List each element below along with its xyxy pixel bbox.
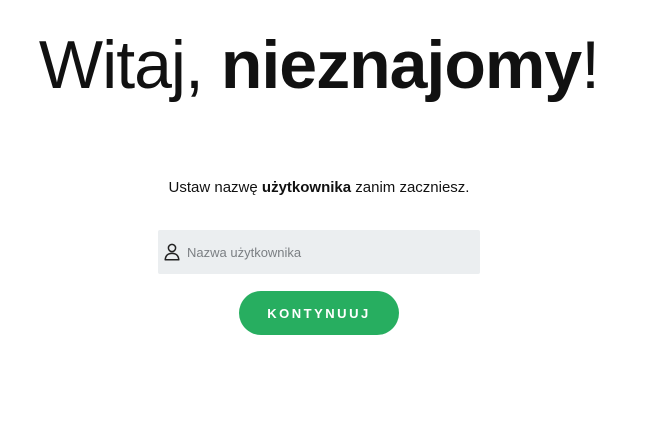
user-icon bbox=[164, 243, 180, 261]
page-title: Witaj, nieznajomy! bbox=[0, 22, 638, 108]
instruction-emphasis: użytkownika bbox=[261, 179, 352, 196]
instruction-before: Ustaw nazwę bbox=[168, 179, 262, 196]
username-field[interactable] bbox=[158, 230, 480, 274]
greeting-name: nieznajomy bbox=[220, 27, 582, 103]
greeting-suffix: ! bbox=[581, 27, 600, 103]
login-page: Witaj, nieznajomy! Ustaw nazwę użytkowni… bbox=[0, 0, 648, 443]
continue-button[interactable]: KONTYNUUJ bbox=[239, 291, 399, 335]
greeting-prefix: Witaj, bbox=[38, 27, 221, 103]
instruction-after: zanim zaczniesz. bbox=[351, 179, 470, 196]
username-input[interactable] bbox=[187, 230, 472, 274]
instruction-text: Ustaw nazwę użytkownika zanim zaczniesz. bbox=[0, 178, 638, 198]
